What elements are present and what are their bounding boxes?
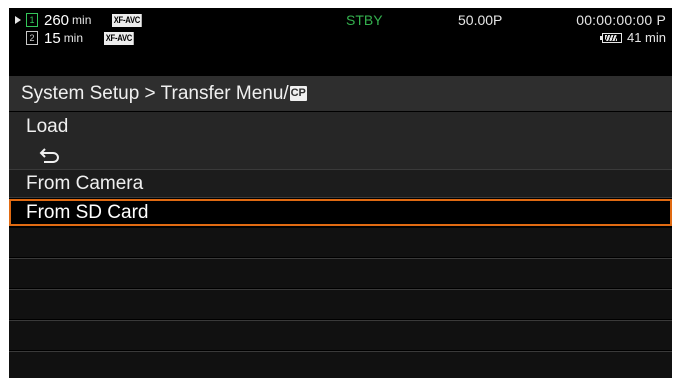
battery-status: 41 min bbox=[599, 30, 666, 45]
empty-row bbox=[9, 290, 672, 319]
frame-rate: 50.00P bbox=[458, 12, 503, 28]
empty-row bbox=[9, 321, 672, 350]
slot2-remaining: 15 bbox=[44, 29, 61, 47]
menu-item-from-camera[interactable]: From Camera bbox=[9, 170, 672, 197]
empty-row bbox=[9, 259, 672, 288]
slot1-format-badge: XF-AVC bbox=[112, 13, 142, 27]
menu-item-label: From Camera bbox=[26, 173, 144, 194]
empty-row bbox=[9, 228, 672, 257]
breadcrumb: System Setup > Transfer Menu/ bbox=[21, 82, 289, 104]
media-slot-1: 1 260 min XF-AVC bbox=[15, 11, 147, 29]
slot1-remaining: 260 bbox=[44, 11, 70, 29]
battery-remaining: 41 min bbox=[626, 30, 666, 45]
battery-icon bbox=[599, 32, 622, 43]
load-section[interactable]: Load bbox=[9, 112, 672, 169]
section-label-load: Load bbox=[26, 116, 69, 137]
return-arrow-icon[interactable] bbox=[39, 147, 61, 163]
empty-row bbox=[9, 352, 672, 378]
recording-mode-status: STBY bbox=[346, 12, 383, 28]
timecode: 00:00:00:00 P bbox=[576, 12, 666, 28]
status-bar: 1 260 min XF-AVC 2 15 min XF-AVC STBY 50… bbox=[9, 8, 672, 76]
camera-screen: 1 260 min XF-AVC 2 15 min XF-AVC STBY 50… bbox=[9, 8, 672, 378]
menu-header: System Setup > Transfer Menu/ CP bbox=[9, 76, 672, 111]
sd-slot-1-icon: 1 bbox=[26, 13, 38, 27]
slot1-unit: min bbox=[72, 13, 92, 27]
sd-slot-2-icon: 2 bbox=[26, 31, 38, 45]
slot2-unit: min bbox=[63, 31, 84, 45]
menu-item-label: From SD Card bbox=[26, 202, 149, 223]
menu-item-from-sd-card[interactable]: From SD Card bbox=[9, 199, 672, 226]
slot2-format-badge: XF-AVC bbox=[103, 31, 134, 45]
cp-icon: CP bbox=[289, 86, 307, 101]
media-slot-2: 2 15 min XF-AVC bbox=[15, 29, 139, 47]
play-indicator-icon bbox=[15, 16, 21, 24]
